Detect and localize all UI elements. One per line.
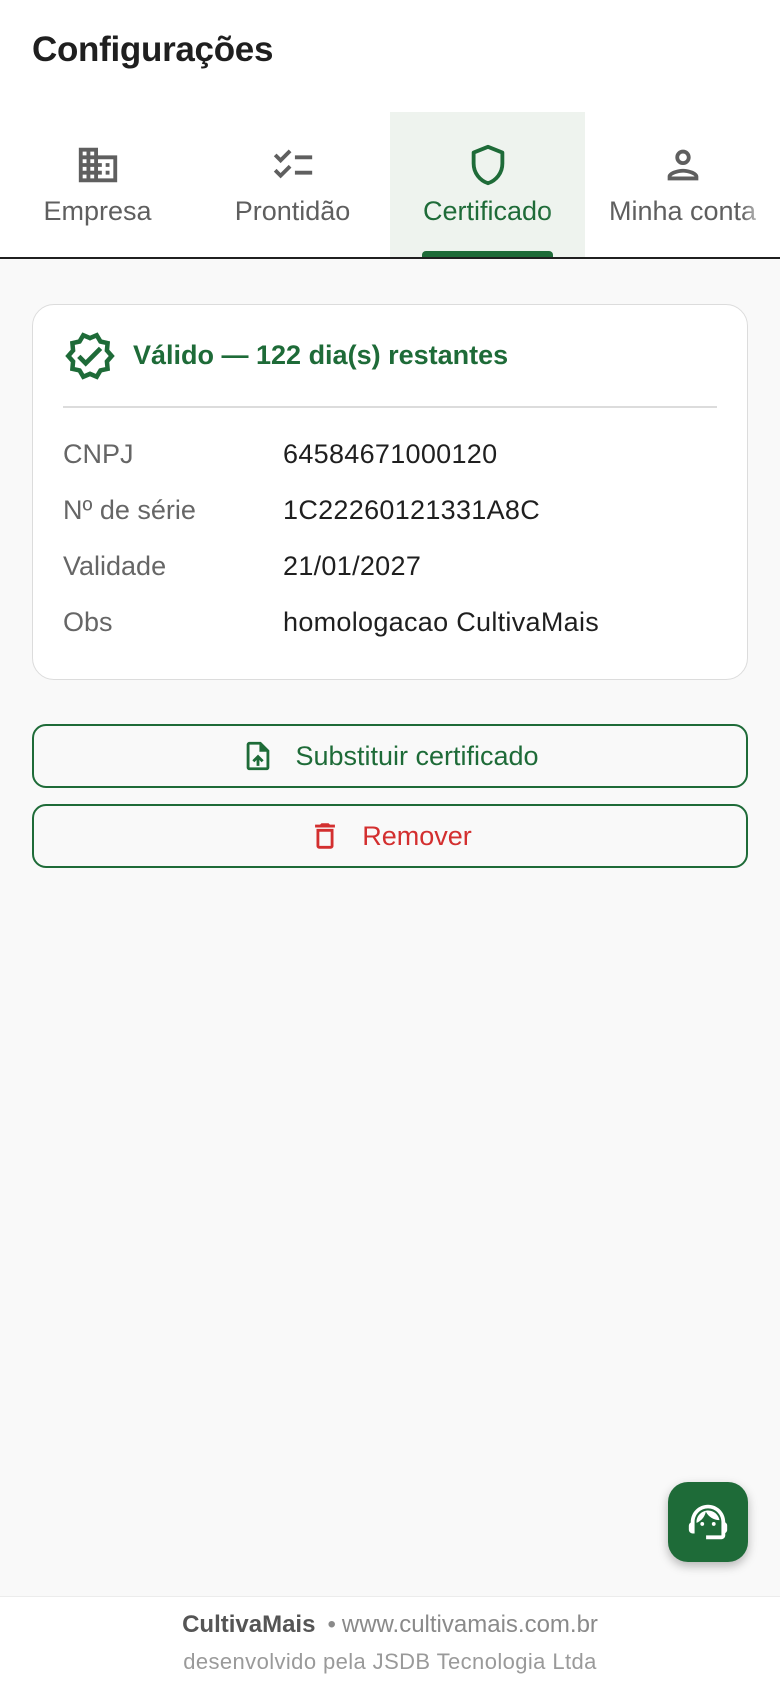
trash-icon [315,823,336,849]
tab-empresa[interactable]: Empresa [0,112,195,257]
certificate-status-text: Válido — 122 dia(s) restantes [133,340,509,370]
tab-label: Empresa [43,196,152,226]
remove-certificate-button[interactable]: Remover [32,804,748,868]
certificate-status: Válido — 122 dia(s) restantes [63,305,717,408]
page-title: Configurações [32,30,274,69]
detail-label: Obs [63,606,113,637]
active-tab-indicator [422,251,553,257]
detail-value: 21/01/2027 [283,550,422,581]
verified-badge-icon [65,331,115,380]
footer-brand: CultivaMais [182,1611,316,1638]
detail-label: CNPJ [63,438,134,469]
person-icon [667,149,698,181]
support-agent-icon [688,1504,728,1540]
detail-value: 64584671000120 [283,438,498,469]
tab-label: Minha conta [598,196,768,227]
app-header: Configurações [0,0,780,112]
certificate-card: Válido — 122 dia(s) restantes CNPJ 64584… [32,304,748,680]
footer-site-link[interactable]: www.cultivamais.com.br [342,1611,598,1638]
detail-row-validity: Validade 21/01/2027 [63,538,717,594]
detail-value: homologacao CultivaMais [283,606,600,637]
tab-label: Certificado [403,196,573,227]
remove-certificate-label: Remover [362,820,472,851]
support-fab[interactable] [668,1482,748,1562]
footer-separator: • [327,1611,336,1638]
tab-label: Prontidão [234,196,351,226]
tab-prontidao[interactable]: Prontidão [195,112,390,257]
file-upload-icon [247,741,270,771]
app-footer: CultivaMais • www.cultivamais.com.br desen… [0,1596,780,1688]
detail-row-obs: Obs homologacao CultivaMais [63,594,717,650]
tab-certificado[interactable]: Certificado [390,112,585,257]
building-icon [78,147,117,183]
replace-certificate-button[interactable]: Substituir certificado [32,724,748,788]
detail-label: Nº de série [63,494,196,525]
detail-value: 1C22260121331A8C [283,494,541,525]
detail-row-serial: Nº de série 1C22260121331A8C [63,482,717,538]
settings-tabs: Empresa Prontidão Certificado Minha cont… [0,112,780,259]
certificate-details: CNPJ 64584671000120 Nº de série 1C222601… [63,408,717,650]
detail-label: Validade [63,550,167,581]
replace-certificate-label: Substituir certificado [295,740,539,771]
footer-credit: desenvolvido pela JSDB Tecnologia Ltda [183,1649,597,1674]
tab-minha-conta[interactable]: Minha conta [585,112,780,257]
shield-icon [471,144,504,186]
detail-row-cnpj: CNPJ 64584671000120 [63,426,717,482]
checklist-icon [273,149,312,179]
